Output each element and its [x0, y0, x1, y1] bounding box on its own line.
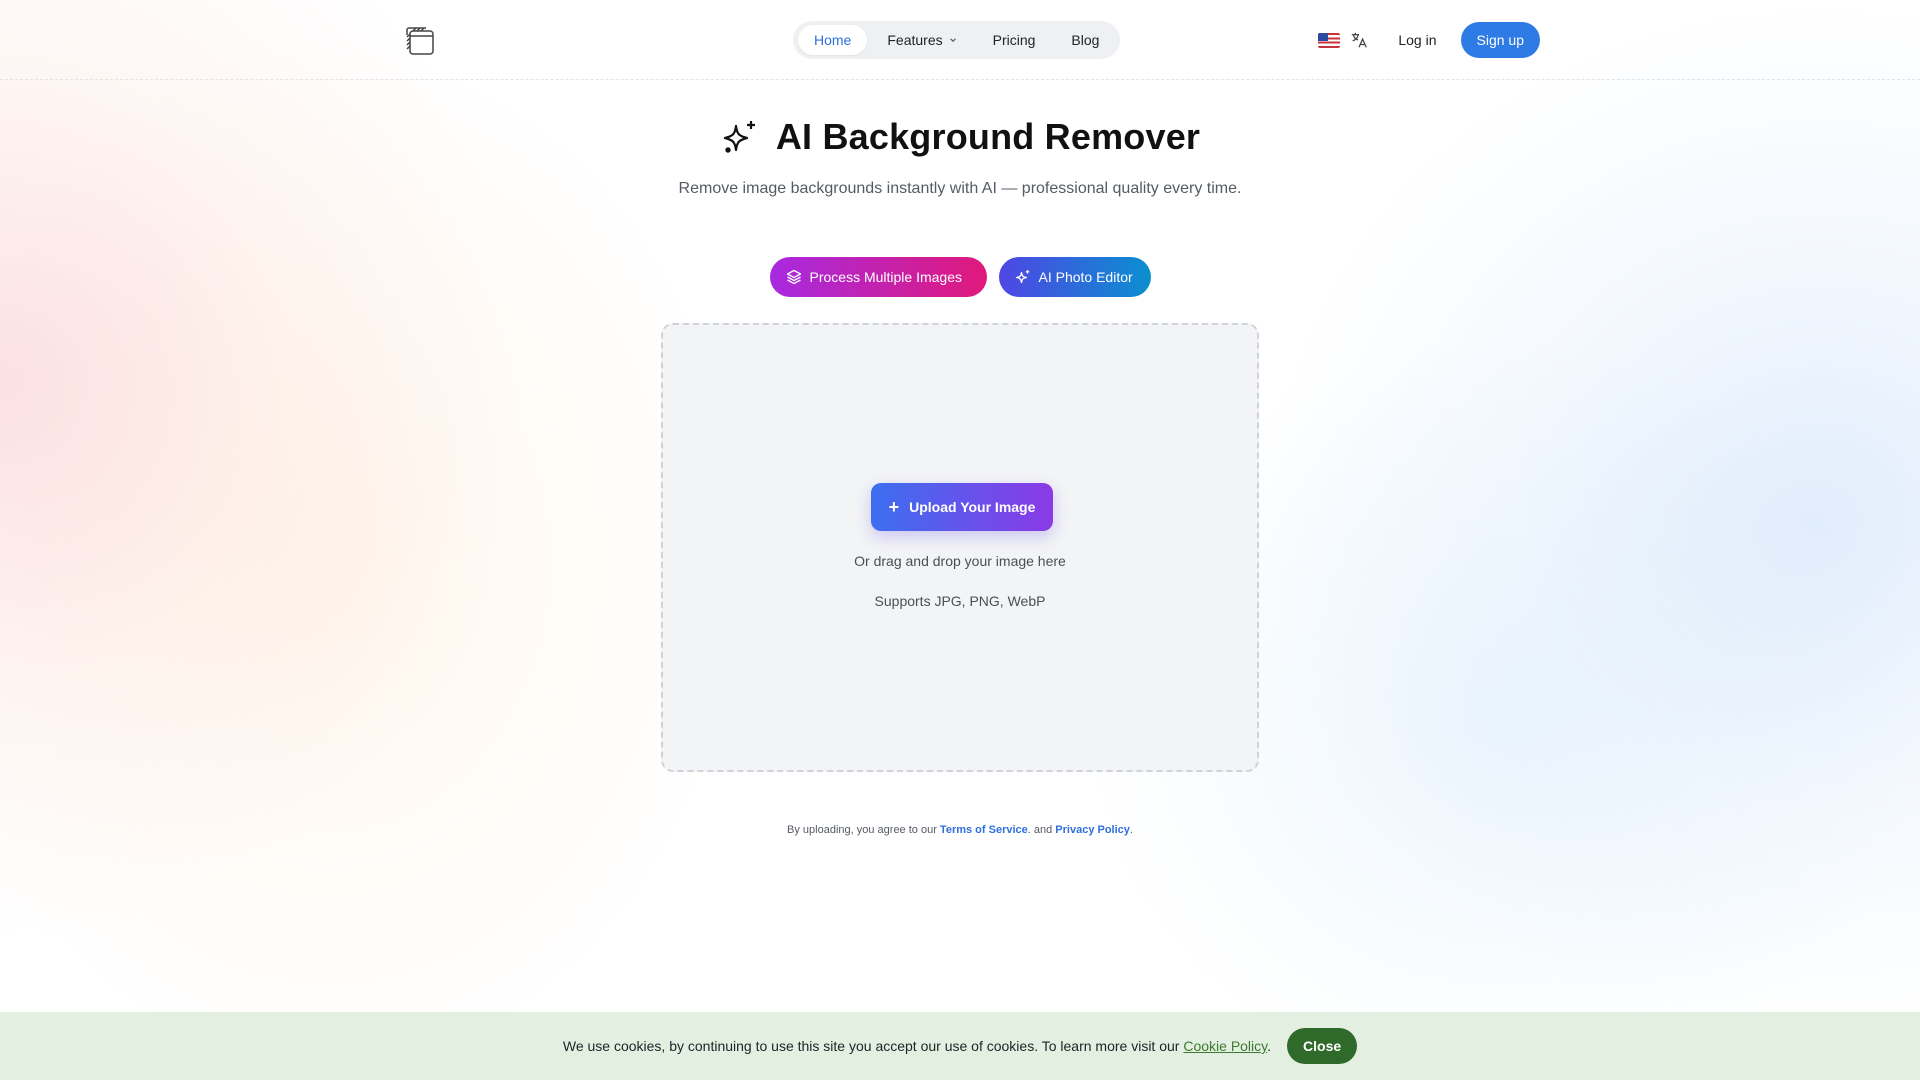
- site-header: Home Features Pricing Blog Log in Sign u…: [0, 0, 1920, 80]
- upload-image-button[interactable]: + Upload Your Image: [871, 483, 1053, 531]
- logo-icon[interactable]: [404, 26, 436, 56]
- hero-title-row: AI Background Remover: [0, 116, 1920, 158]
- nav-features[interactable]: Features: [871, 25, 972, 55]
- header-actions: Log in Sign up: [1318, 21, 1540, 59]
- main-nav: Home Features Pricing Blog: [793, 21, 1121, 59]
- drag-drop-hint: Or drag and drop your image here: [854, 553, 1066, 569]
- us-flag-icon[interactable]: [1318, 32, 1341, 48]
- chevron-down-icon: [949, 38, 956, 42]
- cookie-banner: We use cookies, by continuing to use thi…: [0, 1012, 1920, 1080]
- login-link[interactable]: Log in: [1398, 32, 1436, 48]
- ai-photo-editor-label: AI Photo Editor: [1038, 269, 1133, 285]
- nav-home-label: Home: [814, 32, 852, 48]
- signup-button[interactable]: Sign up: [1460, 22, 1540, 58]
- terms-middle: . and: [1027, 824, 1053, 836]
- process-multiple-label: Process Multiple Images: [809, 269, 963, 285]
- cookie-suffix: .: [1267, 1038, 1272, 1054]
- nav-features-label: Features: [887, 32, 943, 48]
- terms-prefix: By uploading, you agree to our: [787, 824, 937, 836]
- nav-pricing[interactable]: Pricing: [977, 25, 1052, 55]
- layers-icon: [786, 269, 801, 285]
- nav-pricing-label: Pricing: [992, 32, 1036, 48]
- process-multiple-button[interactable]: Process Multiple Images: [769, 257, 987, 297]
- supported-formats: Supports JPG, PNG, WebP: [874, 593, 1046, 609]
- page-subtitle: Remove image backgrounds instantly with …: [678, 180, 1242, 197]
- nav-blog[interactable]: Blog: [1055, 25, 1115, 55]
- privacy-policy-link[interactable]: Privacy Policy: [1055, 824, 1130, 836]
- cookie-text: We use cookies, by continuing to use thi…: [562, 1038, 1180, 1054]
- translate-icon[interactable]: [1350, 31, 1368, 49]
- cookie-message: We use cookies, by continuing to use thi…: [563, 1038, 1271, 1054]
- sparkles-icon: [723, 121, 755, 153]
- terms-suffix: .: [1129, 824, 1133, 836]
- ai-photo-editor-button[interactable]: AI Photo Editor: [998, 257, 1151, 297]
- mode-actions: Process Multiple Images AI Photo Editor: [0, 257, 1920, 297]
- cookie-policy-link[interactable]: Cookie Policy: [1183, 1038, 1267, 1054]
- upload-dropzone[interactable]: + Upload Your Image Or drag and drop you…: [661, 323, 1259, 772]
- upload-image-label: Upload Your Image: [909, 499, 1036, 515]
- terms-of-service-link[interactable]: Terms of Service: [940, 824, 1028, 836]
- plus-icon: +: [888, 497, 900, 517]
- page-title: AI Background Remover: [775, 116, 1201, 157]
- terms-notice: By uploading, you agree to our Terms of …: [0, 824, 1920, 836]
- nav-home[interactable]: Home: [798, 25, 868, 55]
- cookie-close-button[interactable]: Close: [1287, 1028, 1358, 1064]
- nav-blog-label: Blog: [1071, 32, 1100, 48]
- sparkles-icon: [1015, 270, 1029, 284]
